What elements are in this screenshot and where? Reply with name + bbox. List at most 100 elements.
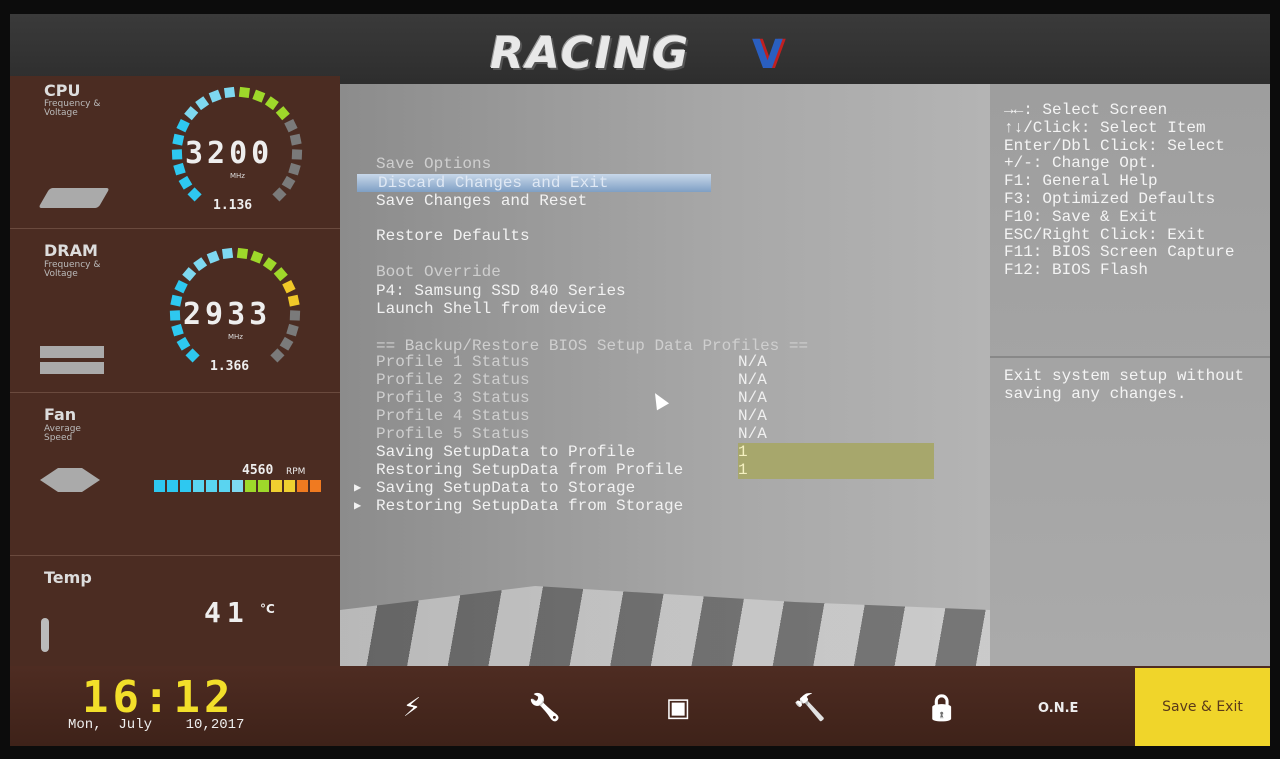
fan-bar-segment xyxy=(193,480,204,492)
oc-tweaker-tab[interactable]: ⚡ xyxy=(392,688,432,728)
menu-item: Profile 2 Status xyxy=(376,371,530,389)
dram-title: DRAM xyxy=(44,241,98,260)
mouse-cursor-icon xyxy=(648,389,670,411)
fan-bar-segment xyxy=(232,480,243,492)
cpu-section: CPU Frequency & Voltage 3200 MHz 1.136 xyxy=(10,76,340,229)
help-key-line: F3: Optimized Defaults xyxy=(1004,190,1216,208)
value-highlight xyxy=(738,443,934,479)
fan-unit: RPM xyxy=(286,467,306,477)
fan-speed-bar xyxy=(154,480,321,492)
gauge-segment xyxy=(252,89,266,103)
gauge-segment xyxy=(187,187,202,202)
menu-item-label: Restoring SetupData from Storage xyxy=(376,497,684,515)
help-key-line: ESC/Right Click: Exit xyxy=(1004,225,1206,244)
gauge-segment xyxy=(193,257,208,272)
wrench-tab[interactable]: 🔧 xyxy=(525,688,565,728)
help-key-line: F12: BIOS Flash xyxy=(1004,261,1149,280)
menu-item-value[interactable]: 1 xyxy=(738,443,748,461)
help-divider xyxy=(990,356,1270,358)
cpu-chip-icon xyxy=(38,188,110,208)
gauge-segment xyxy=(270,348,285,363)
help-key-line: F10: Save & Exit xyxy=(1004,207,1158,226)
submenu-arrow-icon: ▶ xyxy=(354,481,362,495)
menu-item-label: Launch Shell from device xyxy=(376,300,607,318)
fan-subtitle: Average Speed xyxy=(44,424,81,443)
menu-item[interactable]: Save Changes and Reset xyxy=(376,192,587,210)
menu-item-value: N/A xyxy=(738,389,767,407)
help-key-line: F1: General Help xyxy=(1004,172,1158,191)
menu-item[interactable]: ▶ Restoring SetupData from Storage xyxy=(354,497,684,515)
dram-module-icon xyxy=(40,346,104,358)
gauge-segment xyxy=(275,106,290,121)
fan-bar-segment xyxy=(258,480,269,492)
gauge-segment xyxy=(182,267,197,282)
menu-item-value[interactable]: 1 xyxy=(738,461,748,479)
menu-item-value: N/A xyxy=(738,425,767,443)
help-key-line: →←: Select Screen xyxy=(1004,101,1168,119)
help-key-line: Enter/Dbl Click: Select xyxy=(1004,136,1225,155)
thermometer-icon xyxy=(41,618,49,652)
menu-item[interactable]: Restoring SetupData from Profile xyxy=(376,461,683,479)
save-exit-tab[interactable]: Save & Exit xyxy=(1135,668,1270,746)
menu-item: Profile 4 Status xyxy=(376,407,530,425)
chipset-tab[interactable]: ▣ xyxy=(658,688,698,728)
gauge-segment xyxy=(291,149,303,160)
racing-logo-mark: V xyxy=(752,32,783,78)
gauge-segment xyxy=(171,149,183,160)
lock-tab[interactable]: 🔒 xyxy=(922,688,962,728)
gauge-segment xyxy=(289,133,302,146)
gauge-segment xyxy=(264,96,279,111)
help-key-line: ↑↓/Click: Select Item xyxy=(1004,118,1206,137)
bottom-bar: 16:12 Mon, July 10,2017 ⚡ 🔧 ▣ 🔨 🔒 O.N.E Save… xyxy=(10,666,1270,746)
menu-item-label: Saving SetupData to Storage xyxy=(376,479,636,497)
gauge-segment xyxy=(195,96,210,111)
menu-item[interactable]: ▶ Saving SetupData to Storage xyxy=(354,479,636,497)
temp-title: Temp xyxy=(44,568,92,587)
menu-item-label: Restoring SetupData from Profile xyxy=(376,461,684,479)
tool-tab[interactable]: 🔨 xyxy=(790,688,830,728)
one-button[interactable]: O.N.E xyxy=(1038,701,1078,716)
gauge-segment xyxy=(286,323,299,337)
menu-item-label: Profile 4 Status xyxy=(376,407,530,425)
temp-section: Temp 41 °C xyxy=(10,556,340,666)
menu-item-value: N/A xyxy=(738,371,767,389)
fan-bar-segment xyxy=(284,480,295,492)
fan-bar-segment xyxy=(219,480,230,492)
gauge-segment xyxy=(184,106,199,121)
menu-item-label: Profile 3 Status xyxy=(376,389,530,407)
lock-icon: 🔒 xyxy=(925,693,959,723)
date: Mon, July 10,2017 xyxy=(68,717,245,733)
cpu-frequency: 3200 xyxy=(185,136,274,171)
menu-item-value: N/A xyxy=(738,353,767,371)
gauge-segment xyxy=(171,323,184,337)
chipset-icon: ▣ xyxy=(665,693,691,723)
wrench-icon: 🔧 xyxy=(528,693,562,723)
gauge-segment xyxy=(169,310,181,321)
dram-section: DRAM Frequency & Voltage 2933 MHz 1.366 xyxy=(10,229,340,393)
menu-item[interactable]: Restore Defaults xyxy=(376,227,530,245)
fan-icon xyxy=(40,468,100,492)
menu-item[interactable]: Discard Changes and Exit xyxy=(357,174,711,192)
menu-item: Profile 3 Status xyxy=(376,389,530,407)
gauge-segment xyxy=(288,162,301,176)
gauge-segment xyxy=(272,187,287,202)
temp-value: 41 xyxy=(204,596,250,629)
menu-item: Profile 5 Status xyxy=(376,425,530,443)
cpu-unit: MHz xyxy=(230,172,245,180)
menu-item[interactable]: Launch Shell from device xyxy=(376,300,606,318)
item-description: Exit system setup without saving any cha… xyxy=(1004,367,1254,403)
fan-bar-segment xyxy=(310,480,321,492)
gauge-segment xyxy=(170,294,183,307)
fan-section: Fan Average Speed 4560 RPM xyxy=(10,393,340,556)
racing-logo: RACING xyxy=(490,28,691,79)
dram-subtitle: Frequency & Voltage xyxy=(44,260,101,279)
help-key-line: F11: BIOS Screen Capture xyxy=(1004,243,1235,262)
tool-icon: 🔨 xyxy=(793,693,827,723)
menu-item: Save Options xyxy=(376,155,491,173)
menu-item[interactable]: P4: Samsung SSD 840 Series xyxy=(376,282,626,300)
menu-item[interactable]: Saving SetupData to Profile xyxy=(376,443,635,461)
menu-item-label: Profile 5 Status xyxy=(376,425,530,443)
gauge-segment xyxy=(289,310,301,321)
fan-bar-segment xyxy=(245,480,256,492)
gauge-segment xyxy=(281,175,296,190)
